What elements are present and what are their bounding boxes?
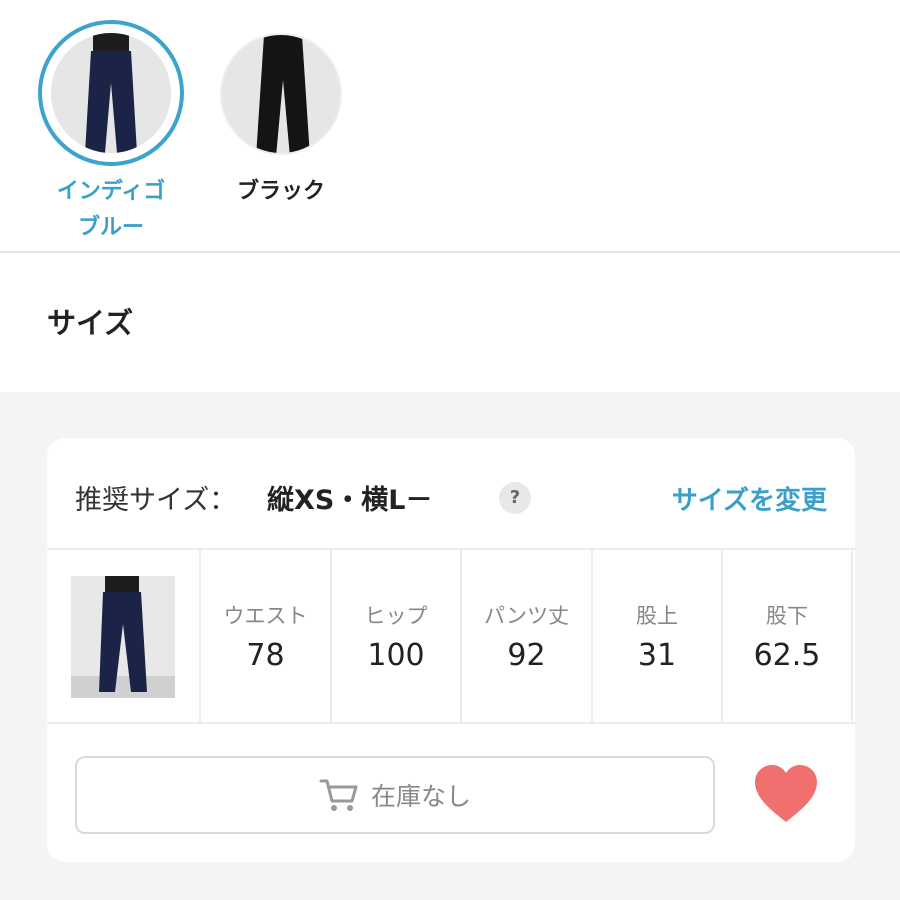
heart-icon[interactable] <box>753 764 819 824</box>
swatch-label: ブラック <box>236 179 325 204</box>
out-of-stock-label: 在庫なし <box>370 782 471 811</box>
black-pants-image <box>220 33 342 155</box>
size-cell-value: 62.5 <box>753 638 821 673</box>
swatch-label-line1: インディゴ <box>56 179 166 204</box>
swatch-black[interactable]: ブラック <box>206 0 356 250</box>
size-cell-label: ヒップ <box>364 604 428 628</box>
size-cell-pants-length: パンツ丈 92 <box>462 550 593 722</box>
size-recommendation-card: 推奨サイズ： 縦XS・横L－ ? サイズを変更 ウエスト 78 ヒップ 100 <box>47 438 855 862</box>
size-section-heading: サイズ <box>47 306 134 340</box>
out-of-stock-button[interactable]: 在庫なし <box>75 756 715 834</box>
size-cell-value: 100 <box>367 638 425 673</box>
size-cell-hip: ヒップ 100 <box>332 550 462 722</box>
color-swatch-list: インディゴ ブルー ブラック <box>0 0 900 252</box>
recommended-size-row: 推奨サイズ： 縦XS・横L－ ? サイズを変更 <box>47 438 855 548</box>
size-cell-label: 股上 <box>636 604 678 628</box>
size-cell-inseam: 股下 62.5 <box>723 550 853 722</box>
size-cell-rise: 股上 31 <box>593 550 723 722</box>
question-icon[interactable]: ? <box>499 482 531 514</box>
size-cell-value: 92 <box>507 638 546 673</box>
section-divider <box>0 251 900 253</box>
cart-icon <box>319 779 358 811</box>
change-size-link[interactable]: サイズを変更 <box>672 480 827 517</box>
recommended-size-value: 縦XS・横L－ <box>267 485 433 516</box>
size-cell-value: 78 <box>246 638 285 673</box>
recommended-size-label: 推奨サイズ： <box>75 485 237 516</box>
swatch-indigo-blue[interactable]: インディゴ ブルー <box>36 0 186 250</box>
size-measurement-table: ウエスト 78 ヒップ 100 パンツ丈 92 股上 31 股下 62.5 <box>47 548 855 724</box>
product-thumbnail <box>71 576 175 698</box>
swatch-label-line2: ブルー <box>77 215 144 240</box>
size-cell-value: 31 <box>637 638 677 673</box>
size-cell-label: ウエスト <box>223 604 308 628</box>
indigo-pants-image <box>51 33 171 153</box>
size-cell-label: パンツ丈 <box>483 604 570 628</box>
size-cell-waist: ウエスト 78 <box>201 550 332 722</box>
size-cell-label: 股下 <box>766 604 808 628</box>
product-image-cell <box>47 550 201 722</box>
out-of-stock-button-content: 在庫なし <box>77 758 713 832</box>
